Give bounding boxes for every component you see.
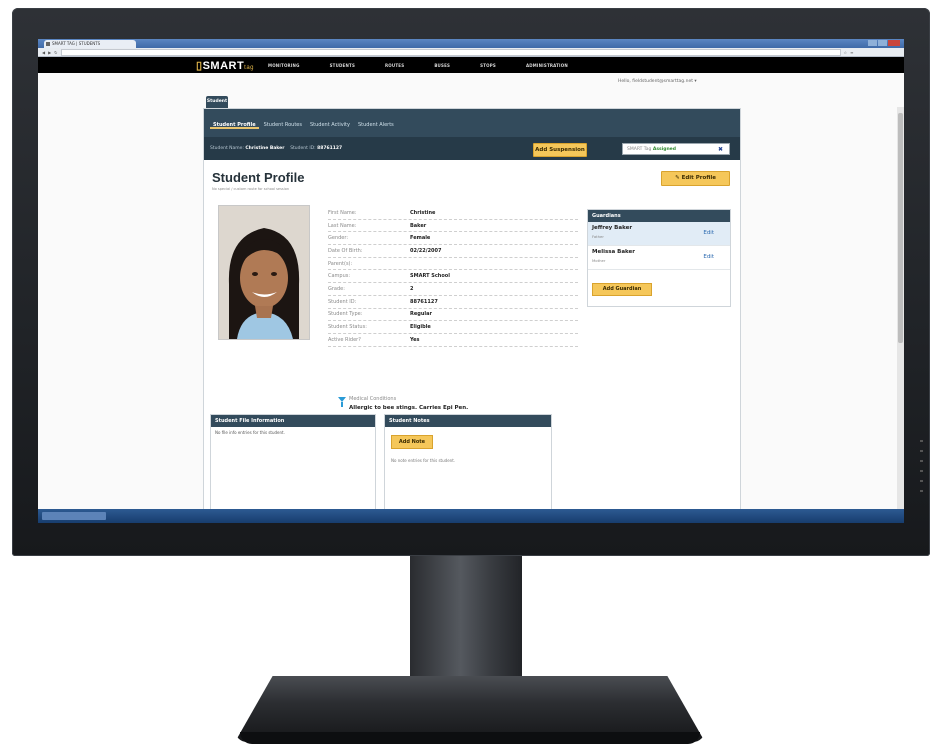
app-body: Hello, fieldstudent@smarttag.net ▾ Stude… xyxy=(38,73,904,523)
page-subtitle: No special / custom route for school ses… xyxy=(212,187,290,191)
guardian-row: Jeffrey Baker Father Edit xyxy=(588,222,730,246)
reload-icon[interactable]: ↻ xyxy=(54,50,57,55)
student-id-value: 88761127 xyxy=(317,146,343,151)
monitor-buttons xyxy=(920,440,923,500)
app-top-nav: ▯SMARTtag MONITORING STUDENTS ROUTES BUS… xyxy=(38,57,904,74)
nav-buses[interactable]: BUSES xyxy=(434,63,450,68)
os-taskbar xyxy=(38,509,904,523)
bookmark-star-icon[interactable]: ☆ xyxy=(844,50,848,55)
field-student-status: Student Status: Eligible xyxy=(328,321,578,334)
back-icon[interactable]: ◀ xyxy=(42,50,45,55)
monitor-screen: SMART TAG | STUDENTS ◀ ▶ ↻ ☆ ≡ ▯SMARTtag… xyxy=(38,39,904,523)
guardian-row: Melissa Baker Mother Edit xyxy=(588,246,730,270)
field-student-type: Student Type: Regular xyxy=(328,309,578,322)
field-first-name: First Name: Christine xyxy=(328,207,578,220)
breadcrumb[interactable]: Student xyxy=(206,96,228,108)
nav-routes[interactable]: ROUTES xyxy=(385,63,404,68)
nav-administration[interactable]: ADMINISTRATION xyxy=(526,63,568,68)
student-photo-image xyxy=(219,206,309,339)
student-photo xyxy=(218,205,310,340)
field-campus: Campus: SMART School xyxy=(328,270,578,284)
page-title: Student Profile xyxy=(212,170,305,185)
add-guardian-button[interactable]: Add Guardian xyxy=(592,283,652,296)
monitor-stand-neck xyxy=(410,556,522,686)
field-grade: Grade: 2 xyxy=(328,283,578,296)
edit-profile-button[interactable]: ✎ Edit Profile xyxy=(661,171,730,186)
student-panel: Student Profile Student Routes Student A… xyxy=(203,108,741,523)
browser-toolbar: ◀ ▶ ↻ ☆ ≡ xyxy=(38,48,904,57)
field-parents: Parent(s): xyxy=(328,258,578,271)
favicon-icon xyxy=(46,42,50,46)
window-controls xyxy=(868,40,900,46)
tab-student-profile[interactable]: Student Profile xyxy=(210,120,259,129)
maximize-icon[interactable] xyxy=(878,40,887,46)
minimize-icon[interactable] xyxy=(868,40,877,46)
guardian-relation: Father xyxy=(592,234,604,239)
notes-header: Student Notes xyxy=(385,415,551,427)
remove-tag-icon[interactable]: ✖ xyxy=(718,144,723,156)
field-date-of-birth: Date Of Birth: 02/22/2007 xyxy=(328,245,578,258)
medical-conditions-value: Allergic to bee stings. Carries Epi Pen. xyxy=(349,405,469,411)
student-file-info-box: Student File Information No file info en… xyxy=(210,414,376,523)
monitor-stand-edge xyxy=(240,732,700,744)
browser-tab[interactable]: SMART TAG | STUDENTS xyxy=(44,40,136,48)
forward-icon[interactable]: ▶ xyxy=(48,50,51,55)
taskbar-start-button[interactable] xyxy=(42,512,106,520)
student-name-value: Christine Baker xyxy=(245,146,285,151)
guardians-box: Guardians Jeffrey Baker Father Edit Meli… xyxy=(587,209,731,307)
field-student-id: Student ID: 88761127 xyxy=(328,296,578,309)
field-last-name: Last Name: Baker xyxy=(328,220,578,233)
medical-icon xyxy=(338,397,346,407)
student-id-line: Student Name: Christine Baker Student ID… xyxy=(210,146,343,151)
chevron-down-icon: ▾ xyxy=(694,79,697,84)
subtab-bar: Student Profile Student Routes Student A… xyxy=(210,120,397,129)
notes-empty: No note entries for this student. xyxy=(391,458,456,463)
tab-student-alerts[interactable]: Student Alerts xyxy=(355,120,397,129)
student-notes-box: Student Notes Add Note No note entries f… xyxy=(384,414,552,523)
close-icon[interactable] xyxy=(888,40,900,46)
nav-stops[interactable]: STOPS xyxy=(480,63,496,68)
smarttag-status-badge: Assigned xyxy=(652,147,676,152)
smarttag-logo[interactable]: ▯SMARTtag xyxy=(196,59,254,72)
user-greeting[interactable]: Hello, fieldstudent@smarttag.net ▾ xyxy=(618,79,697,84)
panel-header: Student Profile Student Routes Student A… xyxy=(204,109,740,160)
browser-tabstrip: SMART TAG | STUDENTS xyxy=(38,39,904,48)
student-info-bar: Student Name: Christine Baker Student ID… xyxy=(204,137,740,160)
file-info-header: Student File Information xyxy=(211,415,375,427)
scrollbar-thumb[interactable] xyxy=(898,113,903,343)
page-scrollbar[interactable] xyxy=(897,107,904,523)
nav-students[interactable]: STUDENTS xyxy=(330,63,355,68)
guardian-name: Jeffrey Baker xyxy=(592,225,633,231)
tab-student-activity[interactable]: Student Activity xyxy=(307,120,353,129)
nav-monitoring[interactable]: MONITORING xyxy=(268,63,300,68)
file-info-empty: No file info entries for this student. xyxy=(215,430,285,435)
add-suspension-button[interactable]: Add Suspension xyxy=(533,143,587,157)
add-note-button[interactable]: Add Note xyxy=(391,435,433,449)
field-active-rider: Active Rider? Yes xyxy=(328,334,578,347)
guardians-header: Guardians xyxy=(588,210,730,222)
smarttag-status: SMART Tag Assigned ✖ xyxy=(622,143,730,155)
guardian-relation: Mother xyxy=(592,258,606,263)
pencil-icon: ✎ xyxy=(675,175,680,181)
menu-icon[interactable]: ≡ xyxy=(850,50,853,55)
field-gender: Gender: Female xyxy=(328,232,578,246)
address-bar[interactable] xyxy=(60,48,841,56)
profile-fields: First Name: Christine Last Name: Baker Gen… xyxy=(328,207,578,347)
tab-student-routes[interactable]: Student Routes xyxy=(261,120,305,129)
medical-conditions-label: Medical Conditions xyxy=(349,396,397,402)
edit-guardian-link[interactable]: Edit xyxy=(703,254,714,260)
edit-guardian-link[interactable]: Edit xyxy=(703,230,714,236)
guardian-name: Melissa Baker xyxy=(592,249,636,255)
browser-tab-title: SMART TAG | STUDENTS xyxy=(52,41,101,46)
